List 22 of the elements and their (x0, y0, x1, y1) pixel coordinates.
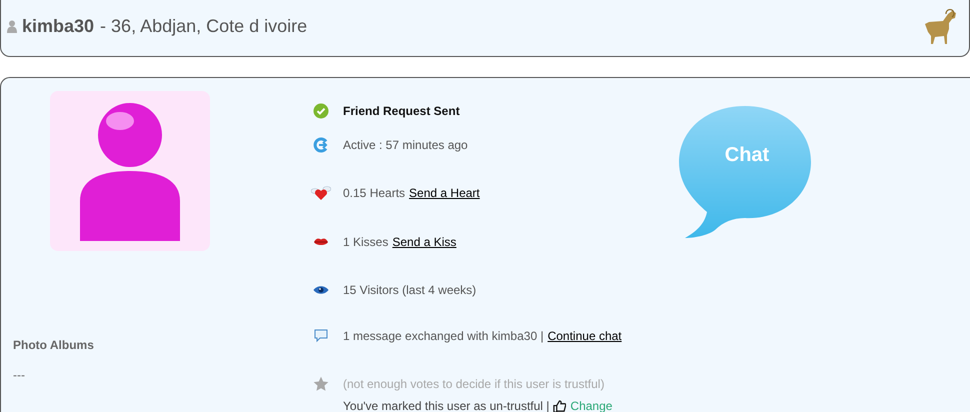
info-text: (not enough votes to decide if this user is trustful) (343, 376, 604, 393)
info-text: 1 Kisses (343, 234, 388, 251)
thumbs-up-icon (553, 400, 566, 412)
info-text: 15 Visitors (last 4 weeks) (343, 282, 476, 299)
info-text: 0.15 Hearts (343, 185, 406, 202)
kiss-link[interactable]: Send a Kiss (392, 233, 456, 251)
checkmark-icon (313, 103, 329, 119)
speech-bubble-icon (313, 328, 329, 344)
section-title: Photo Albums (13, 337, 95, 354)
albums-value: --- (13, 367, 26, 384)
avatar-icon (50, 91, 210, 251)
user-details: - 36, Abdjan, Cote d ivoire (100, 14, 308, 38)
message-link[interactable]: Continue chat (548, 327, 622, 345)
heart-link[interactable]: Send a Heart (409, 184, 480, 202)
username: kimba30 (22, 14, 94, 38)
info-text: Active : 57 minutes ago (343, 137, 468, 154)
info-text: 1 message exchanged with kimba30 | (343, 328, 544, 345)
user-icon (7, 20, 17, 32)
status-text: Friend Request Sent (343, 103, 460, 120)
arrow-icon (313, 137, 329, 153)
star-icon (313, 376, 329, 392)
winged-heart-icon (311, 185, 331, 201)
